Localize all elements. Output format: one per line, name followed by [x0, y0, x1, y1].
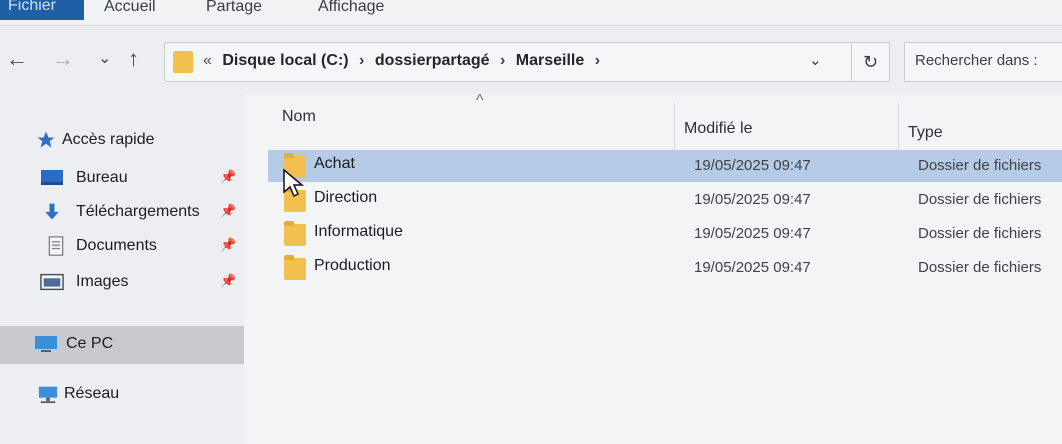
star-icon — [37, 131, 55, 148]
file-modified: 19/05/2025 09:47 — [694, 191, 811, 208]
tab-home[interactable]: Accueil — [104, 0, 156, 22]
navigation-pane: Accès rapide Bureau 📌 Téléchargements 📌 … — [0, 94, 244, 444]
pin-icon[interactable]: 📌 — [220, 169, 236, 185]
table-row[interactable]: Direction 19/05/2025 09:47 Dossier de fi… — [268, 184, 1062, 216]
file-modified: 19/05/2025 09:47 — [694, 225, 811, 242]
download-icon — [45, 203, 59, 220]
column-header-modified[interactable]: Modifié le — [684, 120, 752, 138]
sidebar-item-this-pc[interactable]: Ce PC — [0, 326, 244, 364]
file-list: ^ Nom Modifié le Type Achat 19/05/2025 0… — [244, 92, 1062, 444]
breadcrumb-separator[interactable]: › — [359, 52, 364, 69]
sidebar-item-images[interactable]: Images 📌 — [0, 266, 244, 300]
mouse-cursor-icon — [283, 168, 305, 198]
sidebar-item-label: Réseau — [64, 385, 120, 402]
breadcrumb-overflow[interactable]: « — [203, 52, 212, 69]
network-icon — [38, 386, 58, 404]
file-type: Dossier de fichiers — [918, 259, 1042, 276]
file-name: Production — [314, 257, 391, 274]
breadcrumb-item-disk[interactable]: Disque local (C:) — [222, 52, 348, 69]
address-bar[interactable]: « Disque local (C:) › dossierpartagé › M… — [164, 42, 890, 82]
ribbon-tabs: Fichier Accueil Partage Affichage — [0, 0, 1062, 26]
sidebar-item-downloads[interactable]: Téléchargements 📌 — [0, 196, 244, 230]
column-divider[interactable] — [898, 102, 899, 152]
pin-icon[interactable]: 📌 — [220, 203, 236, 219]
sidebar-item-label: Bureau — [76, 169, 128, 186]
sidebar-item-documents[interactable]: Documents 📌 — [0, 230, 244, 264]
sort-ascending-icon: ^ — [476, 92, 484, 109]
search-input[interactable] — [915, 52, 1062, 69]
documents-icon — [48, 236, 64, 256]
back-button[interactable]: ← — [6, 48, 28, 70]
refresh-button[interactable]: ↻ — [851, 43, 889, 81]
folder-icon — [284, 221, 306, 246]
address-row: ← → ⌄ ↑ « Disque local (C:) › dossierpar… — [0, 26, 1062, 94]
table-row[interactable]: Achat 19/05/2025 09:47 Dossier de fichie… — [268, 150, 1062, 182]
file-type: Dossier de fichiers — [918, 191, 1042, 208]
sidebar-item-label: Accès rapide — [62, 131, 155, 148]
file-modified: 19/05/2025 09:47 — [694, 157, 811, 174]
sidebar-item-label: Images — [76, 273, 129, 290]
address-dropdown-button[interactable]: ⌄ — [809, 51, 822, 69]
up-button[interactable]: ↑ — [128, 48, 139, 70]
file-name: Achat — [314, 155, 355, 172]
recent-locations-button[interactable]: ⌄ — [98, 48, 111, 70]
table-row[interactable]: Production 19/05/2025 09:47 Dossier de f… — [268, 252, 1062, 284]
file-type: Dossier de fichiers — [918, 225, 1042, 242]
pin-icon[interactable]: 📌 — [220, 273, 236, 289]
sidebar-item-label: Téléchargements — [76, 203, 200, 220]
column-header-type[interactable]: Type — [908, 124, 943, 142]
breadcrumb-separator[interactable]: › — [595, 52, 600, 69]
pin-icon[interactable]: 📌 — [220, 237, 236, 253]
tab-file[interactable]: Fichier — [0, 0, 84, 20]
sidebar-item-quick-access[interactable]: Accès rapide — [0, 124, 244, 158]
column-header-name[interactable]: Nom — [282, 108, 316, 126]
sidebar-item-label: Ce PC — [66, 335, 114, 352]
breadcrumb-item-marseille[interactable]: Marseille — [516, 52, 584, 69]
file-name: Informatique — [314, 223, 403, 240]
tab-view[interactable]: Affichage — [318, 0, 384, 22]
sidebar-item-desktop[interactable]: Bureau 📌 — [0, 162, 244, 196]
table-row[interactable]: Informatique 19/05/2025 09:47 Dossier de… — [268, 218, 1062, 250]
sidebar-item-network[interactable]: Réseau — [0, 378, 244, 412]
images-icon — [40, 273, 64, 291]
file-name: Direction — [314, 189, 378, 206]
search-box[interactable] — [904, 42, 1062, 82]
folder-icon — [284, 255, 306, 280]
file-type: Dossier de fichiers — [918, 157, 1042, 174]
breadcrumb: « Disque local (C:) › dossierpartagé › M… — [203, 52, 606, 70]
sidebar-item-label: Documents — [76, 237, 157, 254]
file-modified: 19/05/2025 09:47 — [694, 259, 811, 276]
breadcrumb-item-dossierpartage[interactable]: dossierpartagé — [375, 52, 490, 69]
computer-icon — [35, 336, 57, 352]
forward-button[interactable]: → — [52, 48, 74, 70]
breadcrumb-separator[interactable]: › — [500, 52, 505, 69]
column-divider[interactable] — [674, 102, 675, 152]
folder-icon — [173, 51, 193, 73]
tab-share[interactable]: Partage — [206, 0, 262, 22]
desktop-icon — [41, 170, 63, 185]
